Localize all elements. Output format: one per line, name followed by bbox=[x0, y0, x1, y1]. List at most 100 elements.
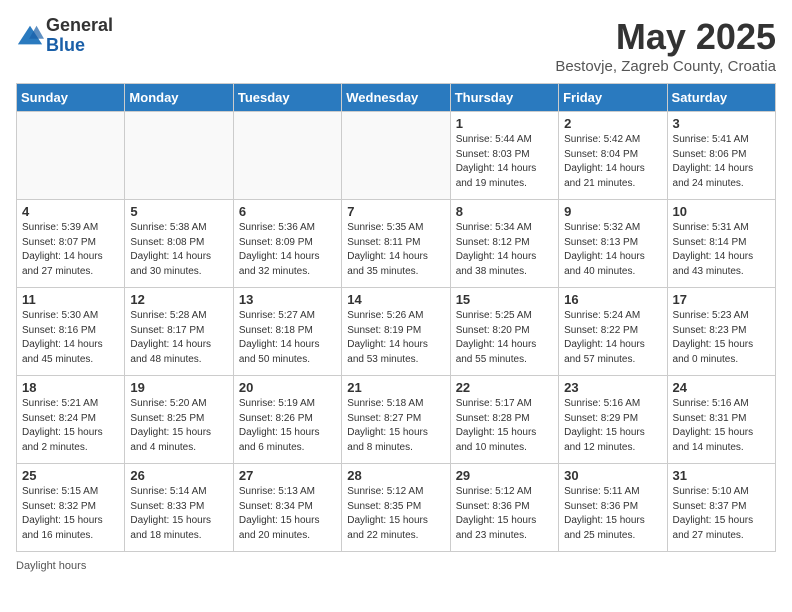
calendar-table: SundayMondayTuesdayWednesdayThursdayFrid… bbox=[16, 83, 776, 552]
day-info: Sunrise: 5:39 AM Sunset: 8:07 PM Dayligh… bbox=[22, 221, 119, 279]
calendar-cell: 7 Sunrise: 5:35 AM Sunset: 8:11 PM Daylig… bbox=[342, 200, 450, 288]
calendar-header-row: SundayMondayTuesdayWednesdayThursdayFrid… bbox=[17, 84, 776, 112]
day-number: 17 bbox=[673, 292, 770, 307]
day-info: Sunrise: 5:27 AM Sunset: 8:18 PM Dayligh… bbox=[239, 309, 336, 367]
day-number: 10 bbox=[673, 204, 770, 219]
day-number: 1 bbox=[456, 116, 553, 131]
day-info: Sunrise: 5:34 AM Sunset: 8:12 PM Dayligh… bbox=[456, 221, 553, 279]
calendar-cell: 23Sunrise: 5:16 AM Sunset: 8:29 PM Dayli… bbox=[559, 376, 667, 464]
day-number: 8 bbox=[456, 204, 553, 219]
day-number: 6 bbox=[239, 204, 336, 219]
day-number: 2 bbox=[564, 116, 661, 131]
calendar-cell: 10 Sunrise: 5:31 AM Sunset: 8:14 PM Dayli… bbox=[667, 200, 775, 288]
calendar-cell: 6Sunrise: 5:36 AM Sunset: 8:09 PM Daylig… bbox=[233, 200, 341, 288]
day-info: Sunrise: 5:15 AM Sunset: 8:32 PM Dayligh… bbox=[22, 485, 119, 543]
logo-text: General Blue bbox=[46, 16, 113, 56]
day-info: Sunrise: 5:19 AM Sunset: 8:26 PM Dayligh… bbox=[239, 397, 336, 455]
calendar-cell: 25 Sunrise: 5:15 AM Sunset: 8:32 PM Dayli… bbox=[17, 464, 125, 552]
calendar-cell: 9 Sunrise: 5:32 AM Sunset: 8:13 PM Daylig… bbox=[559, 200, 667, 288]
logo-blue: Blue bbox=[46, 35, 85, 55]
calendar-cell: 14Sunrise: 5:26 AM Sunset: 8:19 PM Dayli… bbox=[342, 288, 450, 376]
calendar-cell bbox=[342, 112, 450, 200]
calendar-cell bbox=[17, 112, 125, 200]
column-header-thursday: Thursday bbox=[450, 84, 558, 112]
column-header-monday: Monday bbox=[125, 84, 233, 112]
calendar-cell bbox=[125, 112, 233, 200]
calendar-cell: 3 Sunrise: 5:41 AM Sunset: 8:06 PM Daylig… bbox=[667, 112, 775, 200]
day-info: Sunrise: 5:38 AM Sunset: 8:08 PM Dayligh… bbox=[130, 221, 227, 279]
calendar-cell: 21Sunrise: 5:18 AM Sunset: 8:27 PM Dayli… bbox=[342, 376, 450, 464]
calendar-week-5: 25 Sunrise: 5:15 AM Sunset: 8:32 PM Dayli… bbox=[17, 464, 776, 552]
day-info: Sunrise: 5:17 AM Sunset: 8:28 PM Dayligh… bbox=[456, 397, 553, 455]
calendar-cell: 29 Sunrise: 5:12 AM Sunset: 8:36 PM Dayli… bbox=[450, 464, 558, 552]
day-info: Sunrise: 5:21 AM Sunset: 8:24 PM Dayligh… bbox=[22, 397, 119, 455]
title-block: May 2025 Bestovje, Zagreb County, Croati… bbox=[555, 16, 776, 75]
calendar-cell: 19 Sunrise: 5:20 AM Sunset: 8:25 PM Dayli… bbox=[125, 376, 233, 464]
calendar-cell: 31Sunrise: 5:10 AM Sunset: 8:37 PM Dayli… bbox=[667, 464, 775, 552]
calendar-cell: 28 Sunrise: 5:12 AM Sunset: 8:35 PM Dayli… bbox=[342, 464, 450, 552]
day-number: 24 bbox=[673, 380, 770, 395]
calendar-cell: 4Sunrise: 5:39 AM Sunset: 8:07 PM Daylig… bbox=[17, 200, 125, 288]
logo-general: General bbox=[46, 15, 113, 35]
day-info: Sunrise: 5:32 AM Sunset: 8:13 PM Dayligh… bbox=[564, 221, 661, 279]
day-info: Sunrise: 5:35 AM Sunset: 8:11 PM Dayligh… bbox=[347, 221, 444, 279]
day-number: 12 bbox=[130, 292, 227, 307]
day-info: Sunrise: 5:28 AM Sunset: 8:17 PM Dayligh… bbox=[130, 309, 227, 367]
day-number: 5 bbox=[130, 204, 227, 219]
column-header-tuesday: Tuesday bbox=[233, 84, 341, 112]
day-number: 3 bbox=[673, 116, 770, 131]
day-number: 11 bbox=[22, 292, 119, 307]
day-info: Sunrise: 5:41 AM Sunset: 8:06 PM Dayligh… bbox=[673, 133, 770, 191]
column-header-saturday: Saturday bbox=[667, 84, 775, 112]
day-number: 28 bbox=[347, 468, 444, 483]
day-info: Sunrise: 5:18 AM Sunset: 8:27 PM Dayligh… bbox=[347, 397, 444, 455]
daylight-hours-label: Daylight hours bbox=[16, 560, 86, 572]
calendar-cell: 15Sunrise: 5:25 AM Sunset: 8:20 PM Dayli… bbox=[450, 288, 558, 376]
day-number: 9 bbox=[564, 204, 661, 219]
column-header-sunday: Sunday bbox=[17, 84, 125, 112]
calendar-cell: 5 Sunrise: 5:38 AM Sunset: 8:08 PM Daylig… bbox=[125, 200, 233, 288]
calendar-cell: 11Sunrise: 5:30 AM Sunset: 8:16 PM Dayli… bbox=[17, 288, 125, 376]
day-number: 29 bbox=[456, 468, 553, 483]
day-info: Sunrise: 5:14 AM Sunset: 8:33 PM Dayligh… bbox=[130, 485, 227, 543]
day-info: Sunrise: 5:23 AM Sunset: 8:23 PM Dayligh… bbox=[673, 309, 770, 367]
day-number: 23 bbox=[564, 380, 661, 395]
calendar-cell: 24 Sunrise: 5:16 AM Sunset: 8:31 PM Dayli… bbox=[667, 376, 775, 464]
day-info: Sunrise: 5:31 AM Sunset: 8:14 PM Dayligh… bbox=[673, 221, 770, 279]
calendar-cell bbox=[233, 112, 341, 200]
day-info: Sunrise: 5:26 AM Sunset: 8:19 PM Dayligh… bbox=[347, 309, 444, 367]
day-number: 19 bbox=[130, 380, 227, 395]
day-number: 22 bbox=[456, 380, 553, 395]
day-info: Sunrise: 5:44 AM Sunset: 8:03 PM Dayligh… bbox=[456, 133, 553, 191]
day-number: 7 bbox=[347, 204, 444, 219]
month-title: May 2025 bbox=[555, 16, 776, 58]
calendar-cell: 1 Sunrise: 5:44 AM Sunset: 8:03 PM Daylig… bbox=[450, 112, 558, 200]
calendar-cell: 26 Sunrise: 5:14 AM Sunset: 8:33 PM Dayli… bbox=[125, 464, 233, 552]
calendar-cell: 8 Sunrise: 5:34 AM Sunset: 8:12 PM Daylig… bbox=[450, 200, 558, 288]
day-info: Sunrise: 5:42 AM Sunset: 8:04 PM Dayligh… bbox=[564, 133, 661, 191]
calendar-cell: 27Sunrise: 5:13 AM Sunset: 8:34 PM Dayli… bbox=[233, 464, 341, 552]
calendar-cell: 16Sunrise: 5:24 AM Sunset: 8:22 PM Dayli… bbox=[559, 288, 667, 376]
calendar-week-2: 4Sunrise: 5:39 AM Sunset: 8:07 PM Daylig… bbox=[17, 200, 776, 288]
day-info: Sunrise: 5:12 AM Sunset: 8:35 PM Dayligh… bbox=[347, 485, 444, 543]
day-number: 20 bbox=[239, 380, 336, 395]
calendar-cell: 22 Sunrise: 5:17 AM Sunset: 8:28 PM Dayli… bbox=[450, 376, 558, 464]
day-info: Sunrise: 5:12 AM Sunset: 8:36 PM Dayligh… bbox=[456, 485, 553, 543]
location-title: Bestovje, Zagreb County, Croatia bbox=[555, 58, 776, 75]
calendar-cell: 18Sunrise: 5:21 AM Sunset: 8:24 PM Dayli… bbox=[17, 376, 125, 464]
calendar-week-4: 18Sunrise: 5:21 AM Sunset: 8:24 PM Dayli… bbox=[17, 376, 776, 464]
day-number: 26 bbox=[130, 468, 227, 483]
calendar-week-1: 1 Sunrise: 5:44 AM Sunset: 8:03 PM Daylig… bbox=[17, 112, 776, 200]
day-info: Sunrise: 5:16 AM Sunset: 8:31 PM Dayligh… bbox=[673, 397, 770, 455]
day-info: Sunrise: 5:25 AM Sunset: 8:20 PM Dayligh… bbox=[456, 309, 553, 367]
logo-icon bbox=[16, 22, 44, 50]
calendar-cell: 2 Sunrise: 5:42 AM Sunset: 8:04 PM Daylig… bbox=[559, 112, 667, 200]
day-number: 25 bbox=[22, 468, 119, 483]
day-info: Sunrise: 5:20 AM Sunset: 8:25 PM Dayligh… bbox=[130, 397, 227, 455]
column-header-wednesday: Wednesday bbox=[342, 84, 450, 112]
calendar-cell: 20 Sunrise: 5:19 AM Sunset: 8:26 PM Dayli… bbox=[233, 376, 341, 464]
day-info: Sunrise: 5:24 AM Sunset: 8:22 PM Dayligh… bbox=[564, 309, 661, 367]
calendar-week-3: 11Sunrise: 5:30 AM Sunset: 8:16 PM Dayli… bbox=[17, 288, 776, 376]
calendar-cell: 17 Sunrise: 5:23 AM Sunset: 8:23 PM Dayli… bbox=[667, 288, 775, 376]
calendar-cell: 13Sunrise: 5:27 AM Sunset: 8:18 PM Dayli… bbox=[233, 288, 341, 376]
